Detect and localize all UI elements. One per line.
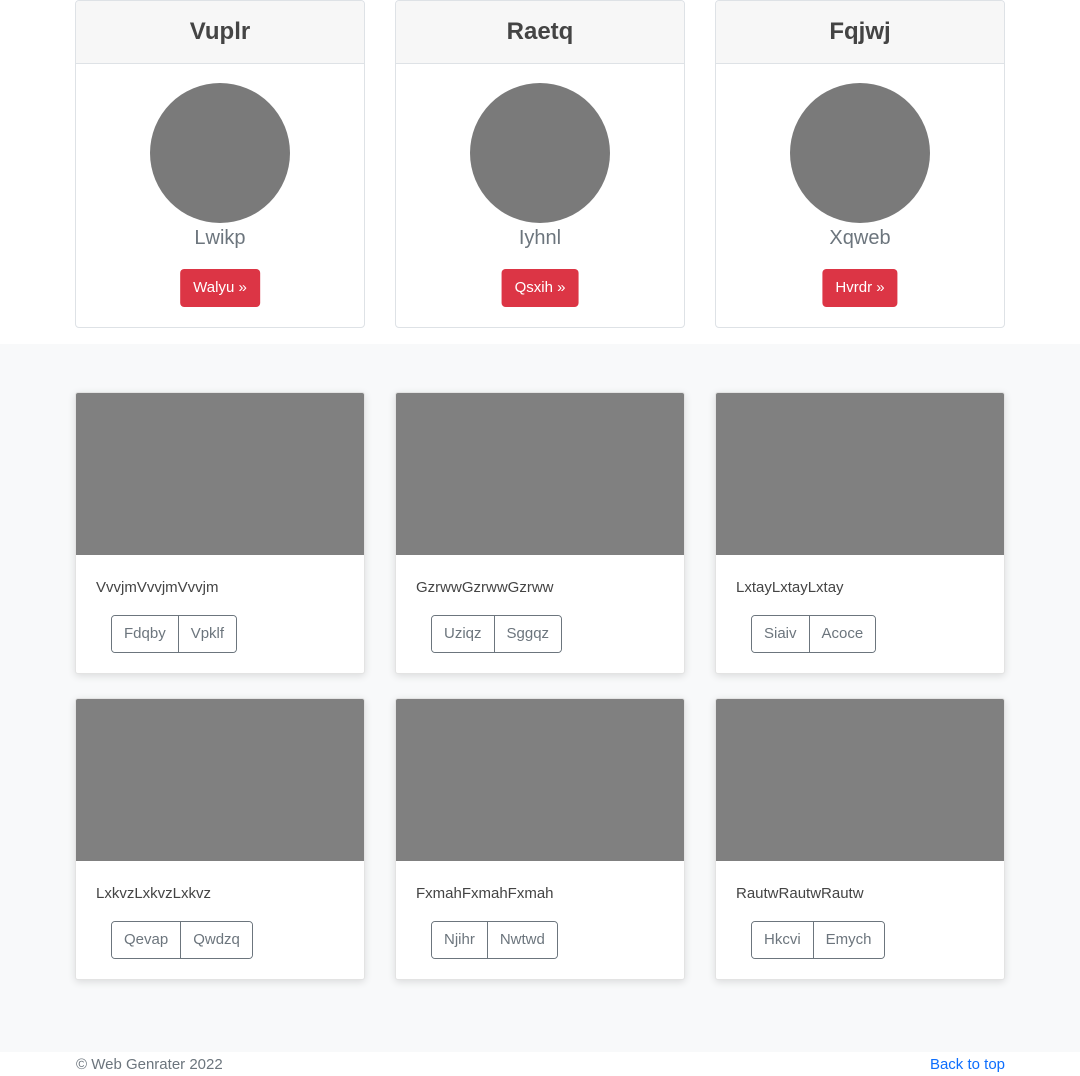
action-button[interactable]: Qsxih » [501,269,579,307]
card-subtitle: Iyhnl [518,227,562,249]
back-to-top-link[interactable]: Back to top [930,1056,1005,1073]
album-card: RautwRautwRautw Hkcvi Emych [715,698,1005,980]
card-title: Vuplr [76,1,364,64]
profile-card: Raetq Iyhnl Qsxih » [395,0,685,328]
album-card: LxtayLxtayLxtay Siaiv Acoce [715,392,1005,674]
button-group: Hkcvi Emych [751,921,885,959]
profile-section: Vuplr Lwikp Walyu » Raetq Iyhnl Qsxih » … [0,0,1080,344]
card-text: RautwRautwRautw [736,885,864,902]
album-card: LxkvzLxkvzLxkvz Qevap Qwdzq [75,698,365,980]
group-button[interactable]: Siaiv [752,616,809,652]
thumbnail-image [716,699,1004,861]
thumbnail-image [716,393,1004,555]
thumbnail-image [76,393,364,555]
button-group: Uziqz Sggqz [431,615,563,653]
group-button[interactable]: Sggqz [493,616,562,652]
avatar-placeholder [790,83,930,223]
button-group: Qevap Qwdzq [111,921,253,959]
card-text: VvvjmVvvjmVvvjm [96,579,219,596]
album-card: VvvjmVvvjmVvvjm Fdqby Vpklf [75,392,365,674]
group-button[interactable]: Fdqby [112,616,178,652]
thumbnail-image [396,699,684,861]
album-card: GzrwwGzrwwGzrww Uziqz Sggqz [395,392,685,674]
footer: © Web Genrater 2022 Back to top [0,1052,1080,1076]
group-button[interactable]: Hkcvi [752,922,813,958]
card-text: LxtayLxtayLxtay [736,579,844,596]
card-subtitle: Xqweb [829,227,891,249]
thumbnail-image [76,699,364,861]
group-button[interactable]: Vpklf [177,616,237,652]
group-button[interactable]: Qevap [112,922,181,958]
group-button[interactable]: Njihr [432,922,487,958]
card-title: Raetq [396,1,684,64]
card-text: LxkvzLxkvzLxkvz [96,885,212,902]
album-section: VvvjmVvvjmVvvjm Fdqby Vpklf GzrwwGzrwwGz… [0,344,1080,1052]
action-button[interactable]: Hvrdr » [822,269,898,307]
group-button[interactable]: Acoce [808,616,876,652]
group-button[interactable]: Emych [812,922,884,958]
card-title: Fqjwj [716,1,1004,64]
group-button[interactable]: Nwtwd [486,922,557,958]
copyright-text: © Web Genrater 2022 [76,1056,223,1073]
avatar-placeholder [470,83,610,223]
profile-card: Vuplr Lwikp Walyu » [75,0,365,328]
card-text: FxmahFxmahFxmah [416,885,554,902]
album-card: FxmahFxmahFxmah Njihr Nwtwd [395,698,685,980]
action-button[interactable]: Walyu » [180,269,260,307]
card-text: GzrwwGzrwwGzrww [416,579,554,596]
group-button[interactable]: Qwdzq [180,922,252,958]
card-subtitle: Lwikp [194,227,246,249]
avatar-placeholder [150,83,290,223]
profile-card: Fqjwj Xqweb Hvrdr » [715,0,1005,328]
button-group: Fdqby Vpklf [111,615,238,653]
thumbnail-image [396,393,684,555]
group-button[interactable]: Uziqz [432,616,494,652]
button-group: Njihr Nwtwd [431,921,558,959]
button-group: Siaiv Acoce [751,615,877,653]
